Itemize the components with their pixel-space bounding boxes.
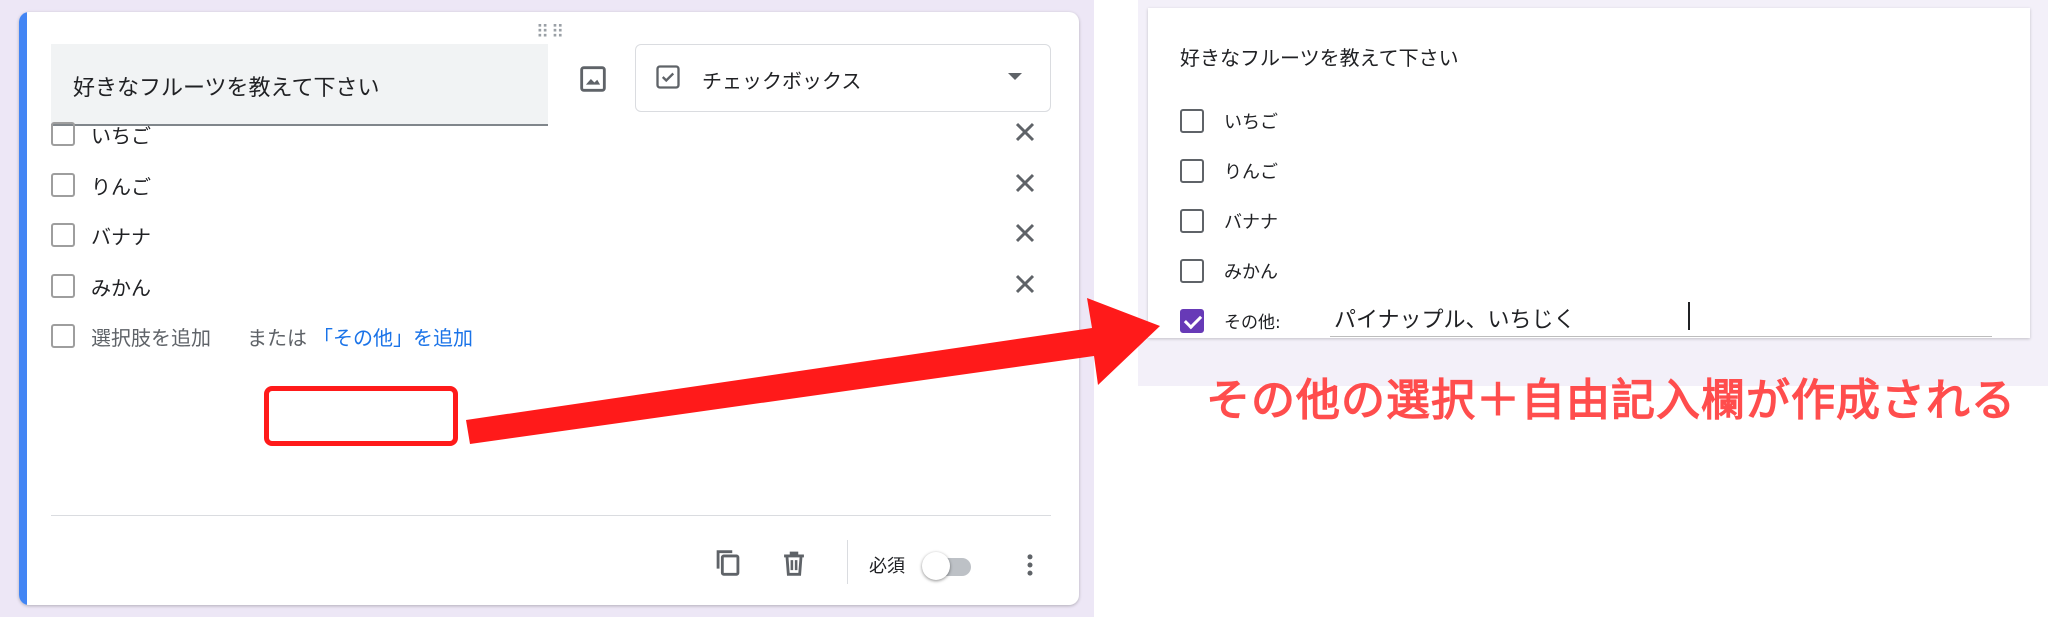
option-checkbox xyxy=(51,324,75,348)
preview-other-label: その他: xyxy=(1224,313,1281,333)
question-type-select[interactable]: チェックボックス xyxy=(635,44,1051,112)
option-row: みかん xyxy=(51,268,1051,308)
option-row: いちご xyxy=(51,116,1051,156)
preview-option-row[interactable]: みかん xyxy=(1180,256,2010,290)
preview-option-label: バナナ xyxy=(1224,212,1278,233)
preview-option-row[interactable]: バナナ xyxy=(1180,206,2010,240)
image-icon[interactable] xyxy=(576,62,610,96)
footer-separator xyxy=(847,540,848,584)
option-checkbox xyxy=(51,274,75,298)
annotation-caption: その他の選択＋自由記入欄が作成される xyxy=(1206,375,2016,426)
add-other-highlight xyxy=(264,386,458,446)
add-option-row: 選択肢を追加 または 「その他」を追加 xyxy=(51,318,1051,358)
preview-checkbox[interactable] xyxy=(1180,209,1204,233)
required-label: 必須 xyxy=(869,556,905,577)
preview-checkbox[interactable] xyxy=(1180,259,1204,283)
preview-option-label: いちご xyxy=(1224,112,1278,133)
preview-option-row[interactable]: いちご xyxy=(1180,106,2010,140)
preview-checkbox[interactable] xyxy=(1180,109,1204,133)
option-label[interactable]: みかん xyxy=(91,272,151,301)
add-other-button[interactable]: 「その他」を追加 xyxy=(313,322,473,351)
footer-divider xyxy=(51,515,1051,516)
option-label[interactable]: バナナ xyxy=(91,221,151,250)
copy-icon[interactable] xyxy=(711,546,745,580)
close-icon[interactable] xyxy=(1009,167,1041,199)
preview-option-label: みかん xyxy=(1224,262,1278,283)
add-option-button[interactable]: 選択肢を追加 xyxy=(91,322,211,351)
option-row: りんご xyxy=(51,167,1051,207)
close-icon[interactable] xyxy=(1009,268,1041,300)
preview-other-checkbox[interactable] xyxy=(1180,309,1204,333)
option-checkbox xyxy=(51,223,75,247)
question-title-text: 好きなフルーツを教えて下さい xyxy=(73,76,380,101)
close-icon[interactable] xyxy=(1009,116,1041,148)
question-type-label: チェックボックス xyxy=(702,69,862,93)
required-toggle-knob[interactable] xyxy=(922,552,950,580)
other-text-value: パイナップル、いちじく xyxy=(1334,308,1576,333)
chevron-down-icon xyxy=(1008,73,1022,80)
other-text-input[interactable]: パイナップル、いちじく xyxy=(1330,300,1992,337)
option-row: バナナ xyxy=(51,217,1051,257)
preview-card: 好きなフルーツを教えて下さい いちご りんご バナナ みかん その他: パイナッ… xyxy=(1148,8,2030,338)
checkbox-icon xyxy=(656,65,680,89)
question-title-field[interactable]: 好きなフルーツを教えて下さい xyxy=(51,44,548,126)
preview-question-title: 好きなフルーツを教えて下さい xyxy=(1180,46,1459,70)
preview-option-row[interactable]: りんご xyxy=(1180,156,2010,190)
option-checkbox xyxy=(51,173,75,197)
preview-other-row[interactable]: その他: パイナップル、いちじく xyxy=(1180,302,2010,340)
option-label[interactable]: いちご xyxy=(91,120,151,149)
more-vert-icon[interactable] xyxy=(1015,548,1045,582)
close-icon[interactable] xyxy=(1009,217,1041,249)
active-accent-bar xyxy=(19,12,27,605)
preview-checkbox[interactable] xyxy=(1180,159,1204,183)
or-label: または xyxy=(247,326,307,350)
trash-icon[interactable] xyxy=(777,546,811,580)
preview-option-label: りんご xyxy=(1224,162,1278,183)
text-cursor xyxy=(1688,302,1690,330)
option-checkbox xyxy=(51,122,75,146)
question-editor-card: ⠿⠿ 好きなフルーツを教えて下さい チェックボックス いちご りんご バナナ み… xyxy=(19,12,1079,605)
option-label[interactable]: りんご xyxy=(91,171,151,200)
drag-handle-icon[interactable]: ⠿⠿ xyxy=(536,22,566,43)
